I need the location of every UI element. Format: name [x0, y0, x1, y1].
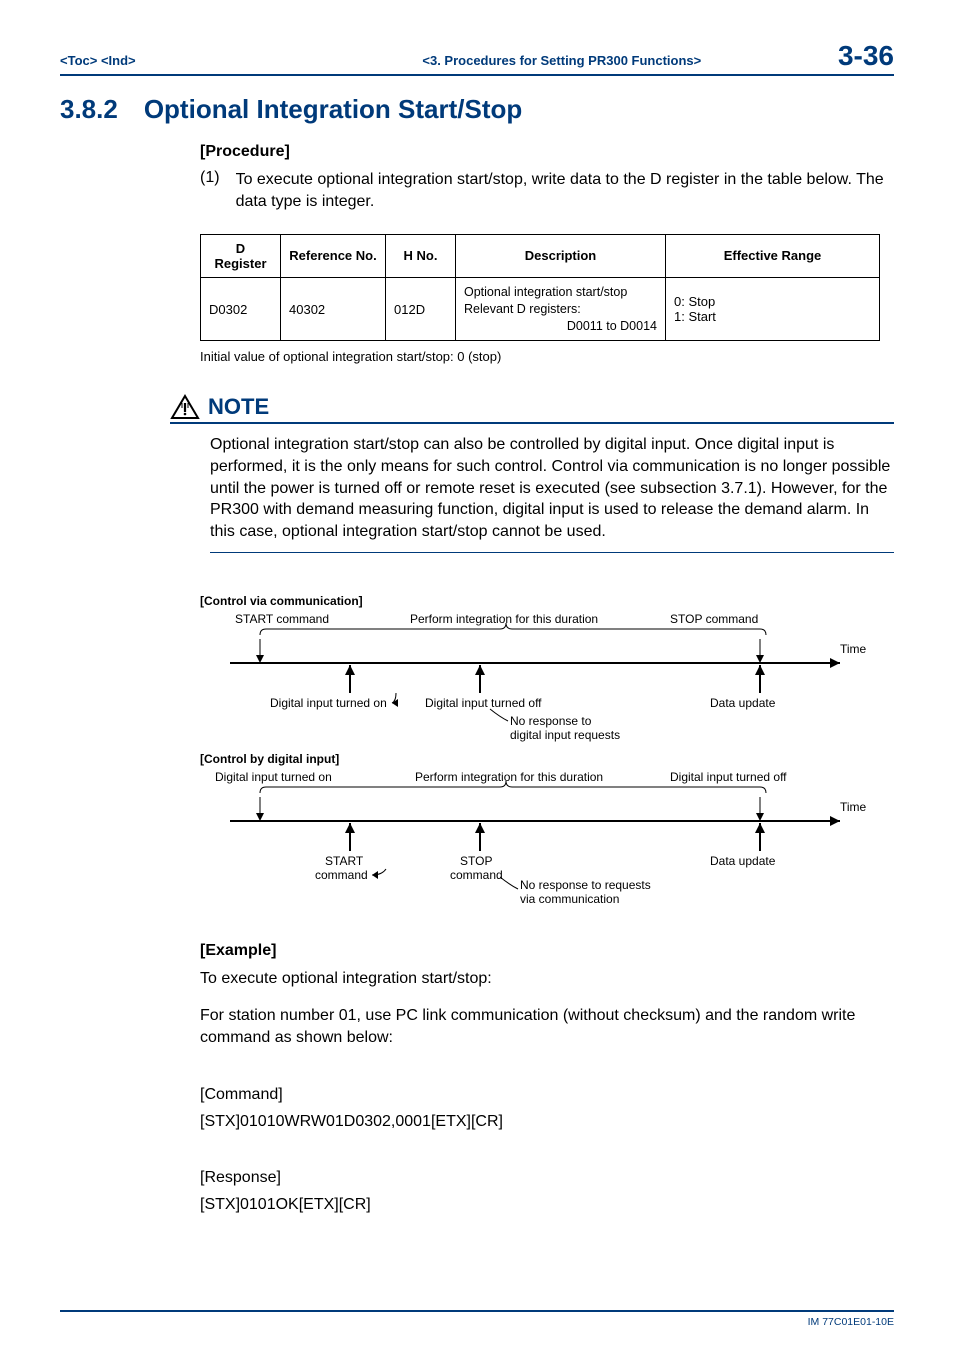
table-header-row: D Register Reference No. H No. Descripti…	[201, 234, 880, 277]
diagram-command-2: command	[450, 868, 503, 882]
td-desc: Optional integration start/stop Relevant…	[456, 277, 666, 341]
diagram-start-cmd: START command	[235, 612, 329, 626]
section-title: Optional Integration Start/Stop	[144, 94, 522, 125]
diagram-noresp-di-1: No response to	[510, 714, 592, 728]
note-header: NOTE	[170, 394, 894, 424]
example-label: [Example]	[200, 942, 894, 960]
diagram-di-on-2: Digital input turned on	[215, 770, 332, 784]
ind-link[interactable]: <Ind>	[101, 53, 136, 68]
th-dreg: D Register	[201, 234, 281, 277]
diagram-stop-word: STOP	[460, 854, 492, 868]
range-line-2: 1: Start	[674, 309, 716, 324]
diagram-di-off-1: Digital input turned off	[425, 696, 542, 710]
table-row: D0302 40302 012D Optional integration st…	[201, 277, 880, 341]
procedure-label: [Procedure]	[200, 143, 894, 161]
diagram-di-header: [Control by digital input]	[200, 752, 339, 766]
breadcrumb[interactable]: <3. Procedures for Setting PR300 Functio…	[286, 53, 838, 68]
response-label: [Response]	[200, 1165, 894, 1191]
th-refno: Reference No.	[281, 234, 386, 277]
response-value: [STX]0101OK[ETX][CR]	[200, 1192, 894, 1218]
page-header: <Toc> <Ind> <3. Procedures for Setting P…	[60, 40, 894, 76]
diagram-data-update-2: Data update	[710, 854, 776, 868]
footer-doc-id: IM 77C01E01-10E	[808, 1316, 894, 1328]
td-range: 0: Stop 1: Start	[666, 277, 880, 341]
step-number: (1)	[200, 169, 220, 214]
example-intro: To execute optional integration start/st…	[200, 968, 894, 990]
diagram-noresp-comm-2: via communication	[520, 892, 619, 903]
example-body: For station number 01, use PC link commu…	[200, 1005, 894, 1050]
desc-line-3: D0011 to D0014	[464, 318, 657, 335]
diagram-noresp-di-2: digital input requests	[510, 728, 620, 742]
td-refno: 40302	[281, 277, 386, 341]
th-desc: Description	[456, 234, 666, 277]
diagram-time-2: Time	[840, 800, 867, 814]
page-footer: IM 77C01E01-10E	[60, 1310, 894, 1328]
diagram-command-1: command	[315, 868, 368, 882]
caution-icon	[170, 394, 200, 420]
diagram-data-update-1: Data update	[710, 696, 776, 710]
note-body: Optional integration start/stop can also…	[210, 434, 894, 542]
diagram-time-1: Time	[840, 642, 867, 656]
diagram-start-word: START	[325, 854, 364, 868]
th-range: Effective Range	[666, 234, 880, 277]
dregister-table: D Register Reference No. H No. Descripti…	[200, 234, 880, 342]
diagram-di-on-1: Digital input turned on	[270, 696, 387, 710]
section-number: 3.8.2	[60, 94, 118, 125]
timing-diagram: [Control via communication] START comman…	[200, 593, 894, 906]
diagram-di-off-2: Digital input turned off	[670, 770, 787, 784]
toc-link[interactable]: <Toc>	[60, 53, 97, 68]
note-bottom-rule	[210, 552, 894, 553]
command-value: [STX]01010WRW01D0302,0001[ETX][CR]	[200, 1109, 894, 1135]
diagram-perform-1: Perform integration for this duration	[410, 612, 598, 626]
command-label: [Command]	[200, 1082, 894, 1108]
diagram-comm-header: [Control via communication]	[200, 594, 363, 608]
diagram-perform-2: Perform integration for this duration	[415, 770, 603, 784]
section-title-row: 3.8.2 Optional Integration Start/Stop	[60, 94, 894, 125]
page-number: 3-36	[838, 40, 894, 72]
th-hno: H No.	[386, 234, 456, 277]
desc-line-2: Relevant D registers:	[464, 301, 657, 318]
step-text: To execute optional integration start/st…	[236, 169, 894, 214]
diagram-noresp-comm-1: No response to requests	[520, 878, 651, 892]
td-hno: 012D	[386, 277, 456, 341]
range-line-1: 0: Stop	[674, 294, 715, 309]
note-title: NOTE	[208, 394, 269, 420]
diagram-stop-cmd: STOP command	[670, 612, 758, 626]
td-dreg: D0302	[201, 277, 281, 341]
desc-line-1: Optional integration start/stop	[464, 285, 627, 299]
table-caption: Initial value of optional integration st…	[200, 349, 894, 364]
